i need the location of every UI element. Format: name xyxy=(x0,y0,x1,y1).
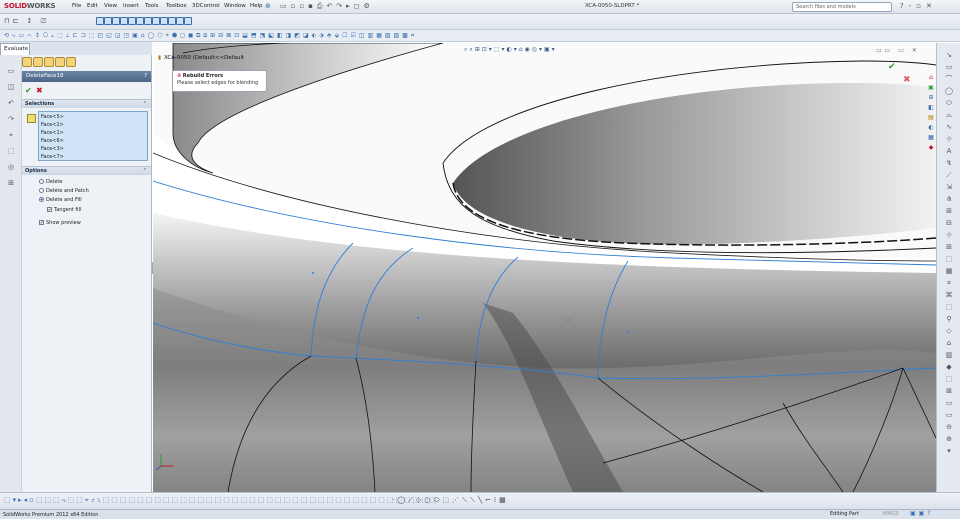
breadcrumb[interactable]: ▮ XCA-0050 (Default<<Default xyxy=(158,55,244,61)
config-manager-icon xyxy=(44,57,54,67)
menu-toolbox[interactable]: Toolbox xyxy=(166,3,187,9)
list-item[interactable]: Face<2> xyxy=(41,121,145,129)
units-label[interactable]: MMGS xyxy=(883,511,899,517)
view-tools-icons[interactable] xyxy=(96,17,192,27)
radio-icon[interactable] xyxy=(39,188,44,193)
viewport-window-controls[interactable]: ▭▭ ▭ ✕ xyxy=(876,47,920,54)
faces-icon xyxy=(27,114,36,123)
show-preview-checkbox[interactable]: ✔ Show preview xyxy=(39,220,81,226)
list-item[interactable]: Face<6> xyxy=(41,137,145,145)
standard-toolbar: ⊓⊏ ↕ ⎚ xyxy=(0,14,960,30)
menu-view[interactable]: View xyxy=(104,3,117,9)
model-render[interactable] xyxy=(153,43,936,492)
selections-list[interactable]: Face<5> Face<2> Face<1> Face<6> Face<3> … xyxy=(38,111,148,161)
left-tool-icons[interactable]: ▭ ◫ ↶ ↷ ⌖ ⬚ ◎ ⊞ xyxy=(2,63,20,191)
list-item[interactable]: Face<5> xyxy=(41,113,145,121)
part-icon: ▮ xyxy=(158,55,162,61)
task-pane: ↘ ▭ ⌒ ◯ ⬭ ⌓ ∿ ⊹ A ↯ ⟋ ⇲ ⋔ ⊞ ⊟ ⊹ ⊞ ⬚ ▦ ⌗ ⌘ ⬚ ⚲ ◇ ⌂ ▥ ◆ ⬚ ⊠ ▭ ▭ ⊖ ⊕ ▾ xyxy=(936,43,960,492)
options-group-header[interactable]: Options ⌃ xyxy=(22,166,151,175)
task-pane-tabs[interactable]: ⌂ ▣ ⊞ ◧ ▤ ◐ ▦ ◆ xyxy=(926,43,936,492)
sketch-entity-icons[interactable]: ·◯⟋◇○⬭⬚⋰⟍⟍╲⌐⁞▦ xyxy=(392,496,509,505)
help-icon[interactable]: ? xyxy=(144,73,147,79)
checkbox-checked-icon[interactable]: ✔ xyxy=(47,207,52,212)
feature-name: DeleteFace18 xyxy=(26,73,64,79)
list-item[interactable]: Face<7> xyxy=(41,153,145,161)
confirm-corner-cancel-icon[interactable]: ✖ xyxy=(903,75,911,85)
sketch-tool-icons[interactable]: ↘ ▭ ⌒ ◯ ⬭ ⌓ ∿ ⊹ A ↯ ⟋ ⇲ ⋔ ⊞ ⊟ ⊹ ⊞ ⬚ ▦ ⌗ ⌘ ⬚ ⚲ ◇ ⌂ ▥ ◆ ⬚ ⊠ ▭ ▭ ⊖ ⊕ ▾ xyxy=(943,49,955,457)
manager-tabs[interactable] xyxy=(22,57,92,69)
status-icons[interactable]: ▣▣? xyxy=(910,510,934,517)
menu-3dcontrol[interactable]: 3DControl xyxy=(192,3,220,9)
window-controls[interactable]: ?‐▫✕ xyxy=(900,2,937,10)
menu-file[interactable]: File xyxy=(72,3,81,9)
collapse-icon[interactable]: ⌃ xyxy=(143,168,147,174)
sketch-tools-icons[interactable]: ⊓⊏ ↕ ⎚ xyxy=(4,17,49,26)
feature-manager-icon xyxy=(22,57,32,67)
rebuild-errors-tooltip: ⊗ Rebuild Errors Please select edges for… xyxy=(172,70,267,92)
menu-tools[interactable]: Tools xyxy=(145,3,159,9)
list-item[interactable]: Face<3> xyxy=(41,145,145,153)
features-toolbar: ⟲⤷▭⌒↕⎔⟀⬚⟂⊏⊐⬚◰◱◲◳▣⌂◯⬡⌖⬢◻◼⧉⧈⊞⊟⊠⊡⬓⬒⬔⬕◧◨◩◪⬖⬗… xyxy=(0,30,960,42)
cancel-button[interactable]: ✖ xyxy=(36,86,43,95)
search-input[interactable]: Search files and models xyxy=(792,2,892,12)
graphics-area[interactable] xyxy=(153,43,936,492)
collapse-icon[interactable]: ⌃ xyxy=(143,101,147,107)
selections-group-header[interactable]: Selections ⌃ xyxy=(22,99,151,108)
ok-button[interactable]: ✔ xyxy=(25,86,32,95)
pin-icon[interactable]: ⊕ xyxy=(265,2,271,10)
option-delete-and-fill[interactable]: Delete and Fill xyxy=(39,197,82,203)
left-toolbar: ▭ ◫ ↶ ↷ ⌖ ⬚ ◎ ⊞ xyxy=(0,55,22,492)
bottom-toolbar: ⬚▾▸◂▫⬚⬚⬚⤷⬚⬚⌖⤴⤵⬚⬚⬚⬚⬚⬚⬚⬚⬚⬚⬚⬚⬚⬚⬚⬚⬚⬚⬚⬚⬚⬚⬚⬚⬚⬚… xyxy=(0,492,960,509)
feature-tool-icons[interactable]: ⟲⤷▭⌒↕⎔⟀⬚⟂⊏⊐⬚◰◱◲◳▣⌂◯⬡⌖⬢◻◼⧉⧈⊞⊟⊠⊡⬓⬒⬔⬕◧◨◩◪⬖⬗… xyxy=(4,32,417,40)
option-delete[interactable]: Delete xyxy=(39,179,62,185)
error-icon: ⊗ xyxy=(177,73,182,79)
document-title: XCA-0050-SLDPRT * xyxy=(585,3,640,9)
confirm-corner-ok-icon[interactable]: ✔ xyxy=(888,62,896,72)
tangent-fill-checkbox[interactable]: ✔ Tangent fill xyxy=(47,207,81,213)
list-item[interactable]: Face<1> xyxy=(41,129,145,137)
reference-triad xyxy=(155,452,177,474)
bottom-tool-icons[interactable]: ⬚▾▸◂▫⬚⬚⬚⤷⬚⬚⌖⤴⤵⬚⬚⬚⬚⬚⬚⬚⬚⬚⬚⬚⬚⬚⬚⬚⬚⬚⬚⬚⬚⬚⬚⬚⬚⬚⬚… xyxy=(4,496,439,505)
radio-icon[interactable] xyxy=(39,179,44,184)
menu-help[interactable]: Help xyxy=(250,3,263,9)
task-pane-tab-icons[interactable]: ⌂ ▣ ⊞ ◧ ▤ ◐ ▦ ◆ xyxy=(926,73,936,163)
heads-up-view-toolbar[interactable]: ⌕⌕⊞⊡▾⬚▾◐▾⌂◉◎▾▣▾ xyxy=(464,46,557,54)
checkbox-checked-icon[interactable]: ✔ xyxy=(39,220,44,225)
menu-insert[interactable]: Insert xyxy=(123,3,139,9)
property-manager-icon xyxy=(33,57,43,67)
option-delete-and-patch[interactable]: Delete and Patch xyxy=(39,188,89,194)
dim-expert-icon xyxy=(55,57,65,67)
quick-access-icons[interactable]: ▭▫▫▪⎙↶↷▸◻⚙ xyxy=(280,2,374,11)
solidworks-logo[interactable]: SOLIDWORKS xyxy=(4,2,56,10)
feature-title: DeleteFace18 ? xyxy=(22,71,151,82)
menu-edit[interactable]: Edit xyxy=(87,3,98,9)
edit-mode-label: Editing Part xyxy=(830,511,859,517)
radio-selected-icon[interactable] xyxy=(39,197,44,202)
edition-label: SolidWorks Premium 2012 x64 Edition xyxy=(3,512,99,518)
tab-evaluate[interactable]: Evaluate xyxy=(0,43,30,55)
display-manager-icon xyxy=(66,57,76,67)
menu-window[interactable]: Window xyxy=(224,3,246,9)
status-bar: SolidWorks Premium 2012 x64 Edition xyxy=(0,509,960,519)
